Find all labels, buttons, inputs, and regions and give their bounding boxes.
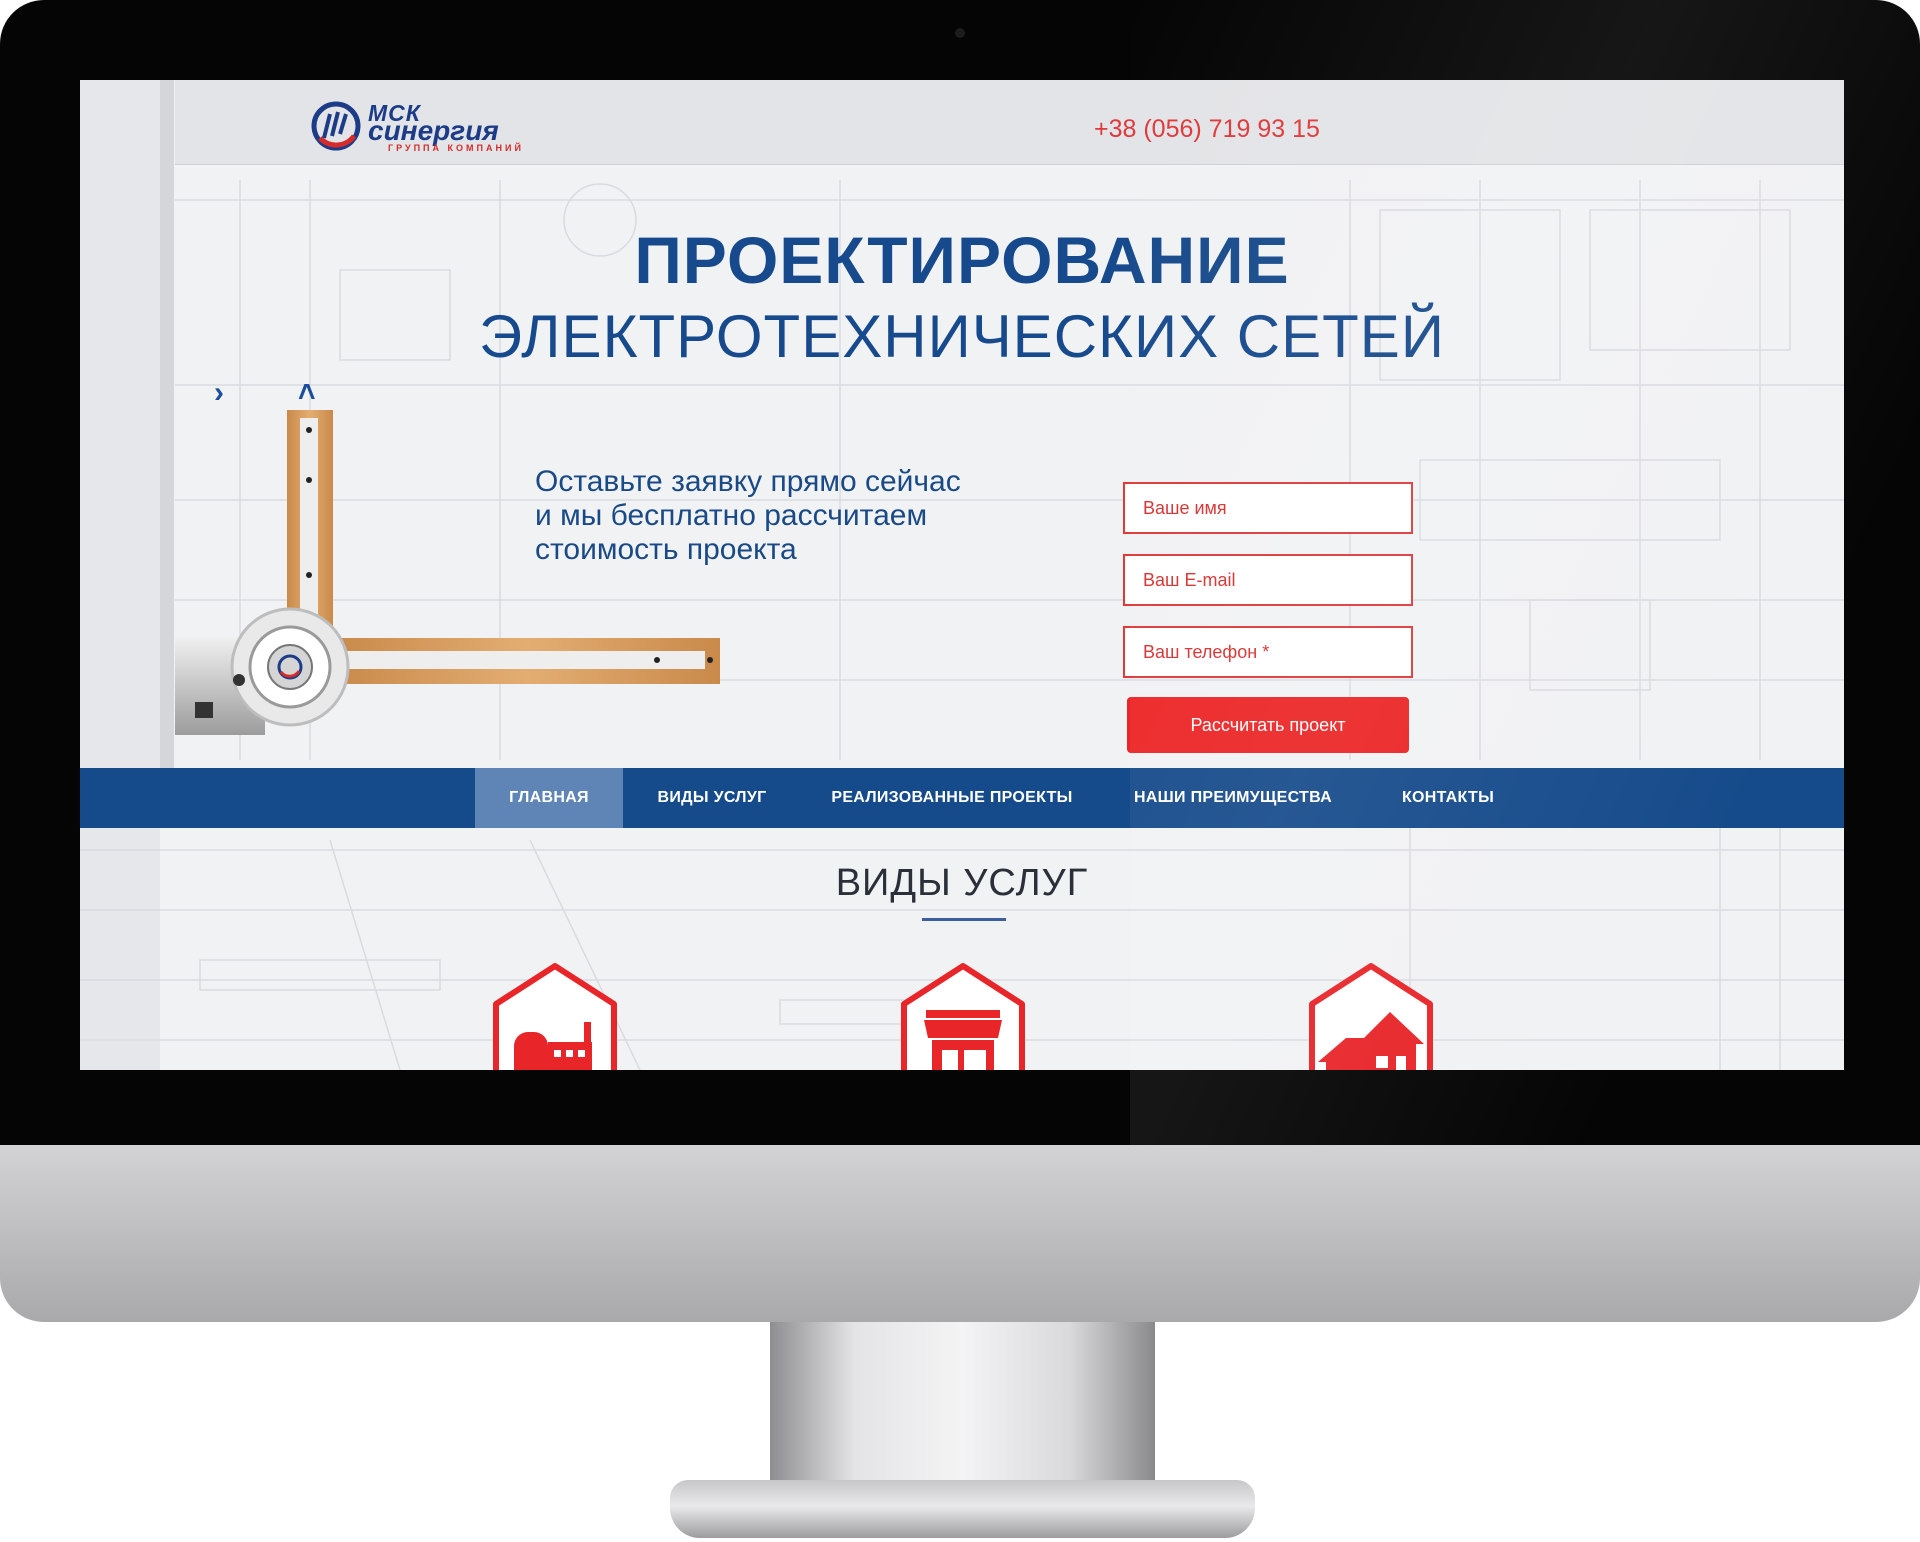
nav-item-services[interactable]: ВИДЫ УСЛУГ <box>623 768 801 828</box>
factory-icon[interactable] <box>490 960 620 1070</box>
slider-next-arrow-icon[interactable]: › <box>214 376 224 410</box>
logo-emblem-icon <box>311 101 361 151</box>
monitor-chin <box>0 1145 1920 1322</box>
hero-title-line1: ПРОЕКТИРОВАНИЕ <box>634 223 1290 297</box>
section-title-underline <box>922 918 1006 921</box>
hero-offer-text: Оставьте заявку прямо сейчас и мы беспла… <box>535 465 1115 567</box>
monitor-stand-neck <box>770 1322 1155 1502</box>
drafting-ruler-illustration <box>175 410 720 735</box>
hero-title-line2: ЭЛЕКТРОТЕХНИЧЕСКИХ СЕТЕЙ <box>479 303 1445 370</box>
header-phone[interactable]: +38 (056) 719 93 15 <box>1094 115 1320 144</box>
email-input[interactable] <box>1123 554 1413 606</box>
company-logo[interactable]: МСК синергия ГРУППА КОМПАНИЙ <box>310 100 550 154</box>
monitor-stand-base <box>670 1480 1255 1538</box>
website-screen: МСК синергия ГРУППА КОМПАНИЙ +38 (056) 7… <box>80 80 1844 1070</box>
phone-input[interactable] <box>1123 626 1413 678</box>
nav-item-advantages[interactable]: НАШИ ПРЕИМУЩЕСТВА <box>1103 768 1363 828</box>
camera-dot <box>955 28 965 38</box>
name-input[interactable] <box>1123 482 1413 534</box>
house-icon[interactable] <box>1306 960 1436 1070</box>
nav-item-contacts[interactable]: КОНТАКТЫ <box>1363 768 1533 828</box>
services-section-title: ВИДЫ УСЛУГ <box>835 862 1089 904</box>
storefront-icon[interactable] <box>898 960 1028 1070</box>
offer-line3: стоимость проекта <box>535 533 797 566</box>
offer-line1: Оставьте заявку прямо сейчас <box>535 465 961 498</box>
logo-tagline: ГРУППА КОМПАНИЙ <box>388 143 524 153</box>
calculate-project-button[interactable]: Рассчитать проект <box>1127 697 1409 753</box>
main-navigation: ГЛАВНАЯ ВИДЫ УСЛУГ РЕАЛИЗОВАННЫЕ ПРОЕКТЫ… <box>80 768 1844 828</box>
offer-line2: и мы бесплатно рассчитаем <box>535 499 928 532</box>
nav-item-projects[interactable]: РЕАЛИЗОВАННЫЕ ПРОЕКТЫ <box>801 768 1103 828</box>
nav-item-home[interactable]: ГЛАВНАЯ <box>475 768 623 828</box>
slider-up-arrow-icon[interactable]: ˄ <box>298 376 316 410</box>
